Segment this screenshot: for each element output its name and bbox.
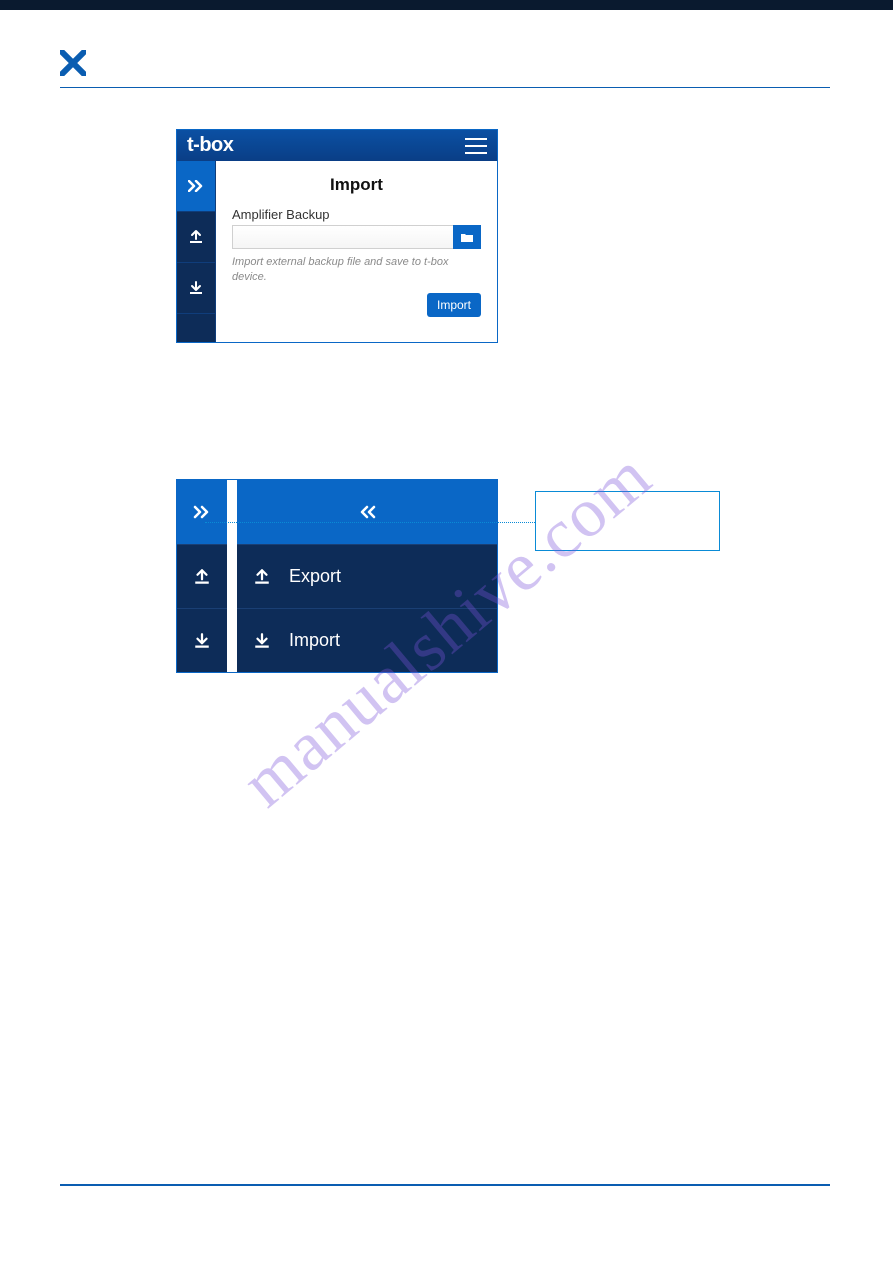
hamburger-icon[interactable] [465,138,487,154]
browse-button[interactable] [453,225,481,249]
file-picker-row [232,225,481,249]
gap-column [227,544,237,608]
folder-icon [460,232,474,243]
file-input[interactable] [232,225,453,249]
tbox-header: t-box [177,130,497,161]
sidebar-item-import-expanded[interactable]: Import [177,608,497,672]
footer-rule [60,1184,830,1186]
upload-icon [253,568,271,586]
top-bar [0,0,893,10]
sidebar-item-label: Import [289,630,340,651]
tbox-body: Import Amplifier Backup Import external … [177,161,497,342]
callout-box: Click the button to expand the sidebar. [535,491,720,551]
download-icon [253,632,271,650]
page-content [60,50,830,116]
sidebar-item-export-expanded[interactable]: Export [177,544,497,608]
callout-connector-line [205,522,535,523]
sidebar-item-label: Export [289,566,341,587]
gap-column [227,480,237,544]
sidebar-expanded-screenshot: Export Import [176,479,498,673]
chevrons-left-icon [358,505,376,519]
page-header [60,50,830,88]
panel-title: Import [232,175,481,195]
x-logo-icon [60,50,86,76]
sidebar-expand-button[interactable] [177,161,215,212]
chevrons-right-icon [193,505,211,519]
field-label: Amplifier Backup [232,207,481,222]
hint-text: Import external backup file and save to … [232,255,481,285]
upload-icon [193,568,211,586]
sidebar-expand-button[interactable] [177,480,227,544]
gap-column [227,608,237,672]
download-icon [193,632,211,650]
tbox-import-screenshot: t-box Import Amplif [176,129,498,343]
sidebar-item-export[interactable] [177,212,215,263]
callout-line-2: the sidebar. [548,519,707,536]
tbox-sidebar [177,161,216,342]
tbox-logo: t-box [187,134,233,157]
action-row: Import [232,293,481,317]
sidebar-collapse-button[interactable] [237,480,497,544]
sidebar-header-row [177,480,497,544]
sidebar-item-import[interactable] [177,263,215,314]
callout-line-1: Click the button to expand [548,502,707,519]
import-button[interactable]: Import [427,293,481,317]
tbox-main: Import Amplifier Backup Import external … [216,161,497,342]
